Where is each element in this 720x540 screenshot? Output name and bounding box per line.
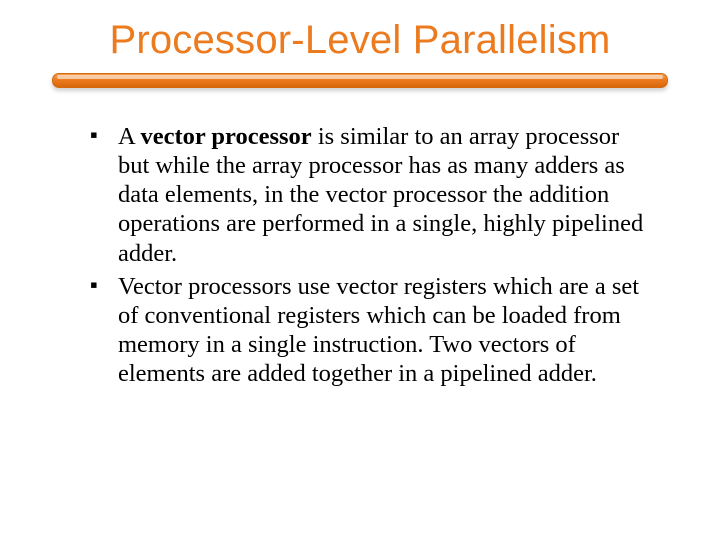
slide-title: Processor-Level Parallelism — [50, 18, 670, 63]
slide: Processor-Level Parallelism A vector pro… — [0, 0, 720, 540]
bullet-text-rest: Vector processors use vector registers w… — [118, 273, 639, 387]
bullet-text-bold: vector processor — [140, 123, 311, 150]
divider-bar — [52, 73, 668, 88]
bullet-text-prefix: A — [118, 123, 140, 150]
bullet-list: A vector processor is similar to an arra… — [94, 122, 650, 388]
slide-body: A vector processor is similar to an arra… — [50, 122, 670, 388]
bullet-item: A vector processor is similar to an arra… — [94, 122, 650, 268]
bullet-item: Vector processors use vector registers w… — [94, 272, 650, 389]
